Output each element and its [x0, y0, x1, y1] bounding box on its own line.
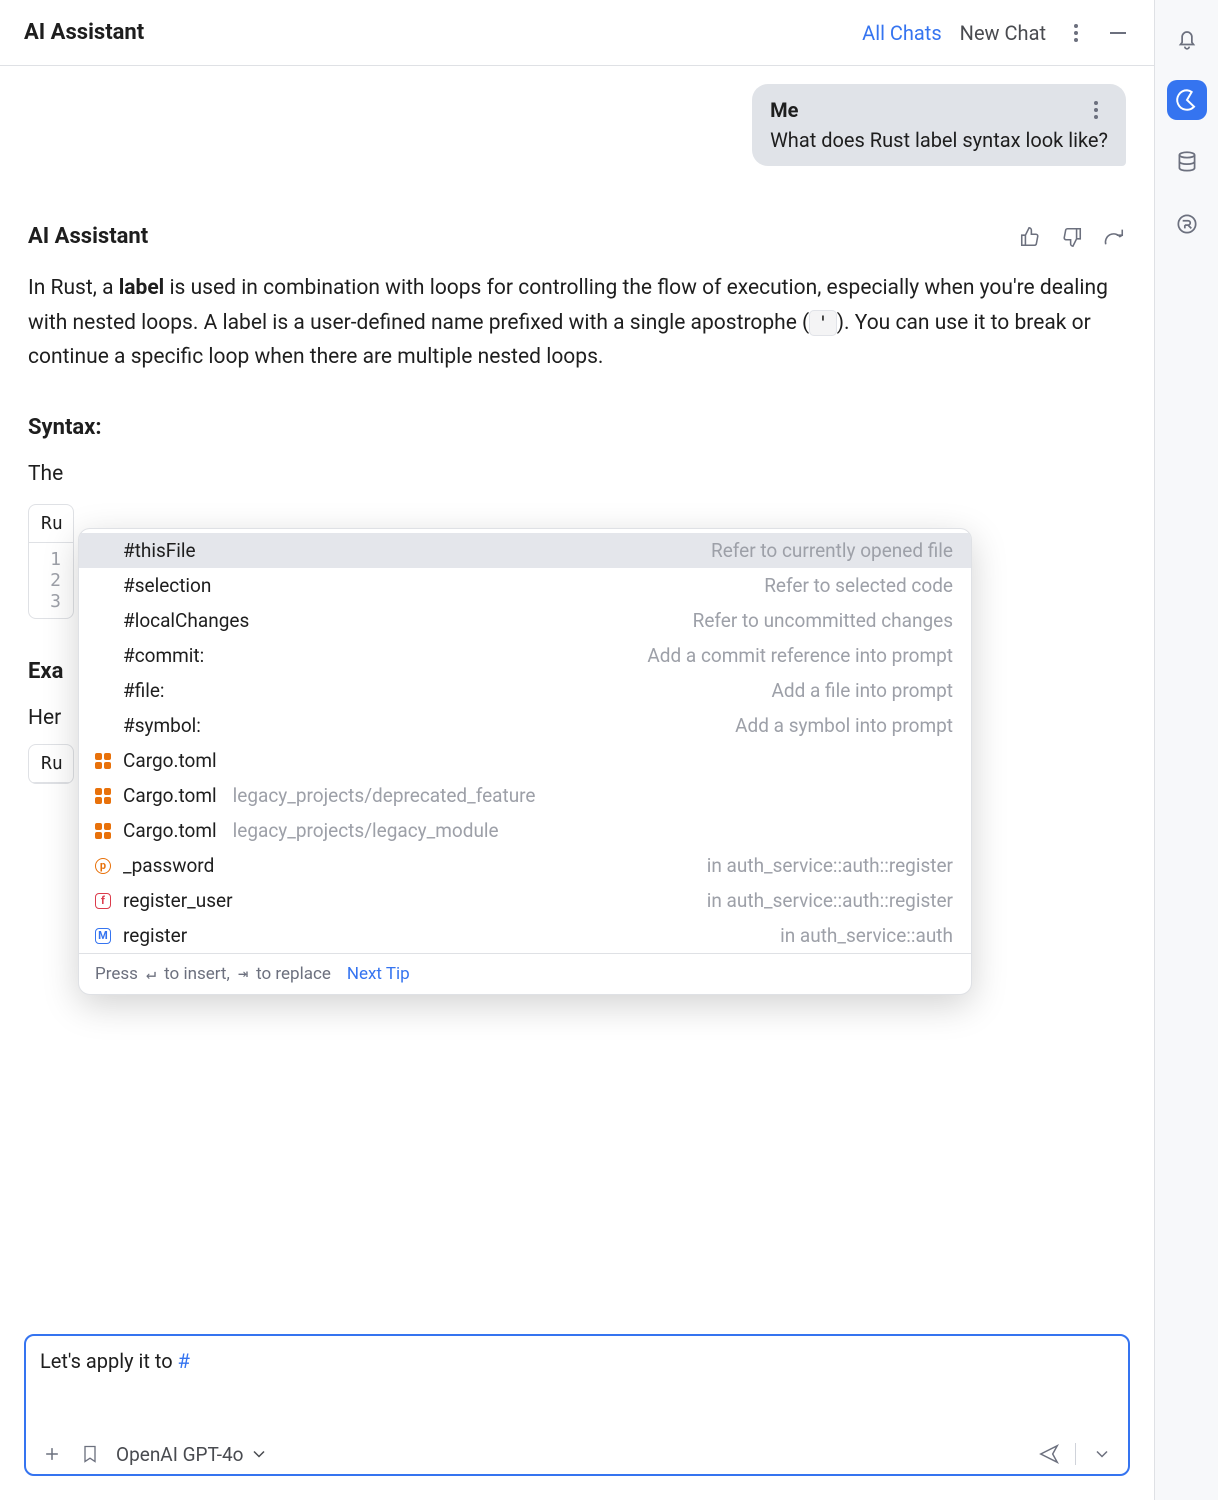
popup-item[interactable]: #selection Refer to selected code [79, 568, 971, 603]
popup-item[interactable]: Cargo.toml legacy_projects/deprecated_fea… [79, 778, 971, 813]
ai-assistant-rail-icon[interactable] [1167, 80, 1207, 120]
all-chats-link[interactable]: All Chats [862, 21, 942, 45]
code-block-2: Ru [28, 744, 74, 784]
function-icon: f [93, 891, 113, 911]
popup-list: #thisFileRefer to currently opened file#… [79, 529, 971, 953]
popup-item-label: #localChanges [123, 609, 249, 632]
popup-item-label: #symbol: [123, 714, 201, 737]
popup-item-path: legacy_projects/deprecated_feature [233, 784, 536, 807]
regenerate-icon[interactable] [1102, 225, 1126, 249]
model-selector[interactable]: OpenAI GPT-4o [116, 1443, 269, 1466]
popup-item[interactable]: Mregister in auth_service::auth [79, 918, 971, 953]
popup-item-label: register [123, 924, 187, 947]
toml-file-icon [93, 821, 113, 841]
blank-icon [93, 576, 113, 596]
popup-item-label: Cargo.toml [123, 749, 217, 772]
prompt-input[interactable]: Let's apply it to # OpenAI GPT-4o [24, 1334, 1130, 1476]
chevron-down-icon [249, 1444, 269, 1464]
more-icon[interactable] [1064, 21, 1088, 45]
ai-assistant-panel: AI Assistant All Chats New Chat Me What … [0, 0, 1154, 1500]
popup-item-label: #selection [123, 574, 211, 597]
popup-item[interactable]: #localChanges Refer to uncommitted change… [79, 603, 971, 638]
user-message: Me What does Rust label syntax look like… [752, 84, 1126, 166]
popup-item[interactable]: #thisFile Refer to currently opened file [79, 533, 971, 568]
assistant-name: AI Assistant [28, 224, 148, 249]
example-heading-truncated: Exa [28, 659, 74, 684]
popup-item[interactable]: #commit: Add a commit reference into prom… [79, 638, 971, 673]
popup-item-label: #file: [123, 679, 165, 702]
toml-file-icon [93, 786, 113, 806]
blank-icon [93, 716, 113, 736]
panel-title: AI Assistant [24, 20, 844, 45]
prompt-text[interactable]: Let's apply it to # [40, 1346, 1114, 1442]
toml-file-icon [93, 751, 113, 771]
send-icon[interactable] [1037, 1442, 1061, 1466]
assistant-text: In Rust, a label is used in combination … [28, 271, 1126, 375]
blank-icon [93, 681, 113, 701]
popup-item[interactable]: f register_user in auth_service::auth::reg… [79, 883, 971, 918]
popup-item-path: legacy_projects/legacy_module [233, 819, 499, 842]
add-context-icon[interactable] [40, 1442, 64, 1466]
notifications-icon[interactable] [1167, 18, 1207, 58]
blank-icon [93, 646, 113, 666]
popup-item-label: #thisFile [123, 539, 196, 562]
rust-icon[interactable] [1167, 204, 1207, 244]
user-message-text: What does Rust label syntax look like? [770, 128, 1108, 152]
popup-item-desc: Refer to currently opened file [711, 539, 953, 562]
panel-header: AI Assistant All Chats New Chat [0, 0, 1154, 66]
syntax-intro-truncated: The [28, 462, 1126, 486]
code-lang-tab[interactable]: Ru [29, 505, 73, 543]
module-icon: M [93, 926, 113, 946]
popup-item-desc: Add a file into prompt [771, 679, 953, 702]
prompt-toolbar: OpenAI GPT-4o [40, 1442, 1114, 1466]
right-rail [1154, 0, 1218, 1500]
popup-item-desc: in auth_service::auth::register [707, 889, 953, 912]
popup-item[interactable]: #symbol: Add a symbol into prompt [79, 708, 971, 743]
blank-icon [93, 541, 113, 561]
example-intro-truncated: Her [28, 706, 74, 730]
parameter-icon: p [93, 856, 113, 876]
next-tip-link[interactable]: Next Tip [347, 964, 410, 984]
user-sender-label: Me [770, 98, 798, 122]
context-autocomplete-popup: #thisFileRefer to currently opened file#… [78, 528, 972, 995]
popup-item[interactable]: #file: Add a file into prompt [79, 673, 971, 708]
popup-item-desc: Refer to uncommitted changes [693, 609, 953, 632]
bookmark-icon[interactable] [78, 1442, 102, 1466]
database-icon[interactable] [1167, 142, 1207, 182]
popup-item[interactable]: p _password in auth_service::auth::registe… [79, 848, 971, 883]
syntax-heading: Syntax: [28, 415, 1126, 440]
code-lang-tab-2[interactable]: Ru [29, 745, 73, 783]
popup-item-label: Cargo.toml [123, 819, 217, 842]
popup-item-label: Cargo.toml [123, 784, 217, 807]
minimize-icon[interactable] [1106, 21, 1130, 45]
new-chat-link[interactable]: New Chat [960, 21, 1046, 45]
popup-item-desc: Add a commit reference into prompt [647, 644, 953, 667]
code-block: Ru 1 2 3 [28, 504, 74, 619]
thumbs-down-icon[interactable] [1060, 225, 1084, 249]
popup-item-label: register_user [123, 889, 233, 912]
blank-icon [93, 611, 113, 631]
popup-item-desc: Refer to selected code [764, 574, 953, 597]
popup-item-label: #commit: [123, 644, 204, 667]
popup-item-label: _password [123, 854, 214, 877]
send-menu-chevron-icon[interactable] [1090, 1442, 1114, 1466]
popup-item[interactable]: Cargo.toml [79, 743, 971, 778]
reaction-icons [1018, 225, 1126, 249]
thumbs-up-icon[interactable] [1018, 225, 1042, 249]
popup-footer: Press ↵ to insert, ⇥ to replace Next Tip [79, 953, 971, 994]
popup-item-desc: in auth_service::auth::register [707, 854, 953, 877]
popup-item[interactable]: Cargo.toml legacy_projects/legacy_module [79, 813, 971, 848]
message-more-icon[interactable] [1084, 98, 1108, 122]
popup-item-desc: in auth_service::auth [780, 924, 953, 947]
popup-item-desc: Add a symbol into prompt [735, 714, 953, 737]
